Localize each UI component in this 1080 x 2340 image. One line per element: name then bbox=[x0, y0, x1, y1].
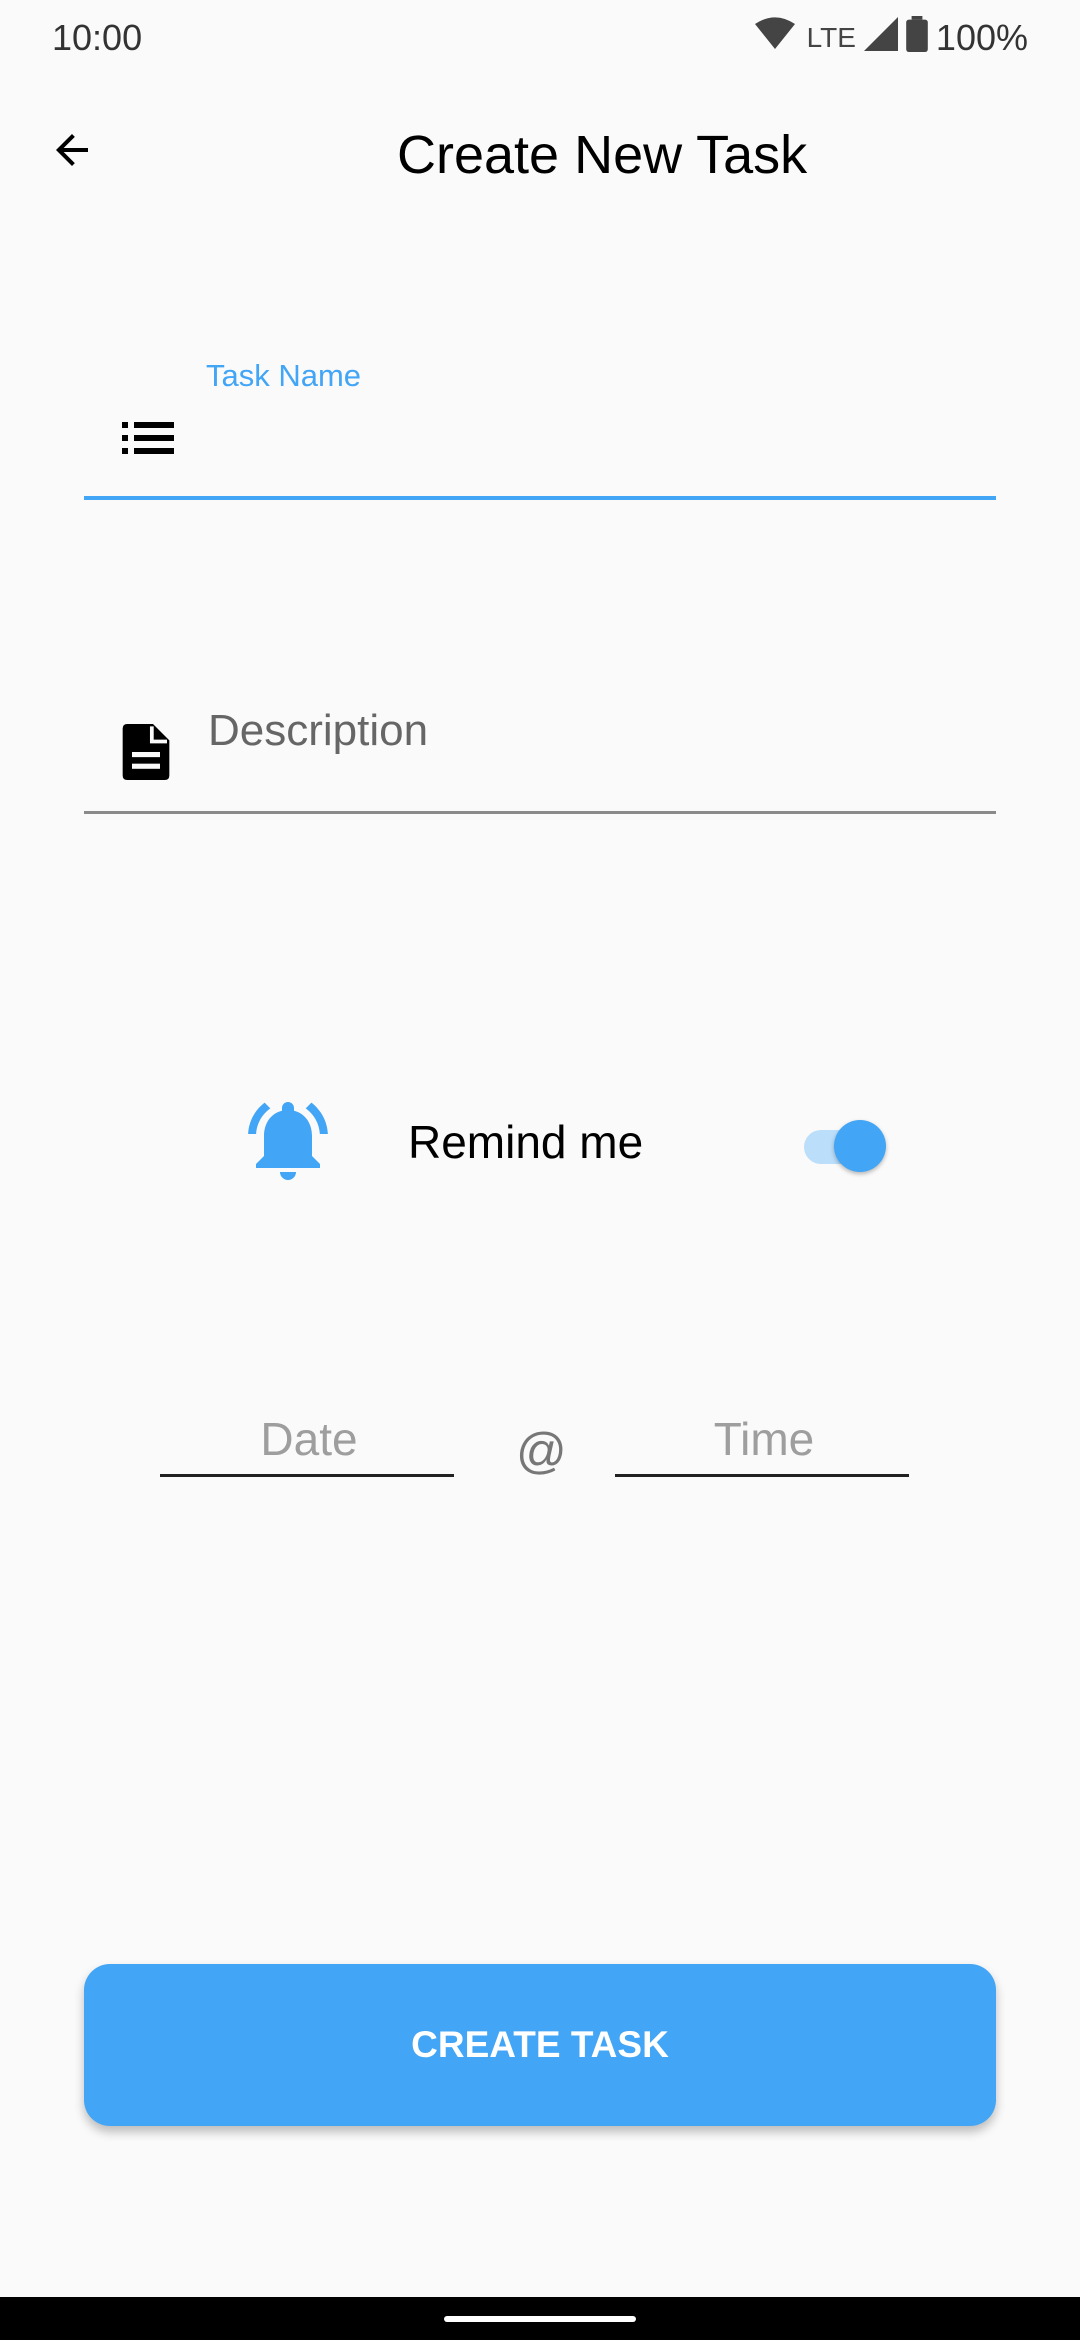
signal-icon bbox=[863, 16, 898, 60]
list-icon bbox=[122, 420, 174, 461]
switch-thumb bbox=[834, 1120, 886, 1172]
network-type: LTE bbox=[806, 22, 856, 53]
wifi-icon bbox=[754, 16, 795, 60]
page-title-text: Create New Task bbox=[397, 125, 808, 185]
document-icon bbox=[122, 724, 170, 785]
time-input[interactable] bbox=[615, 1406, 913, 1472]
create-task-button[interactable]: CREATE TASK bbox=[84, 1964, 996, 2126]
create-task-label: CREATE TASK bbox=[411, 2024, 669, 2065]
date-underline bbox=[160, 1474, 454, 1477]
page-title: Create New Task bbox=[0, 120, 1080, 190]
time-underline bbox=[615, 1474, 909, 1477]
remind-me-switch[interactable] bbox=[804, 1112, 894, 1172]
description-input[interactable] bbox=[206, 698, 990, 764]
date-time-separator: @ bbox=[516, 1423, 567, 1479]
description-underline bbox=[84, 811, 996, 814]
status-time: 10:00 bbox=[52, 17, 143, 58]
date-input[interactable] bbox=[160, 1406, 458, 1472]
battery-percent: 100% bbox=[935, 17, 1028, 58]
home-gesture-handle[interactable] bbox=[444, 2316, 636, 2322]
battery-icon bbox=[906, 15, 928, 61]
status-icons: LTE 100% bbox=[754, 15, 1028, 61]
bell-ringing-icon bbox=[240, 1092, 336, 1193]
remind-me-label: Remind me bbox=[408, 1116, 644, 1168]
task-name-label: Task Name bbox=[206, 358, 362, 393]
task-name-underline bbox=[84, 496, 996, 500]
task-name-input[interactable] bbox=[206, 410, 990, 472]
